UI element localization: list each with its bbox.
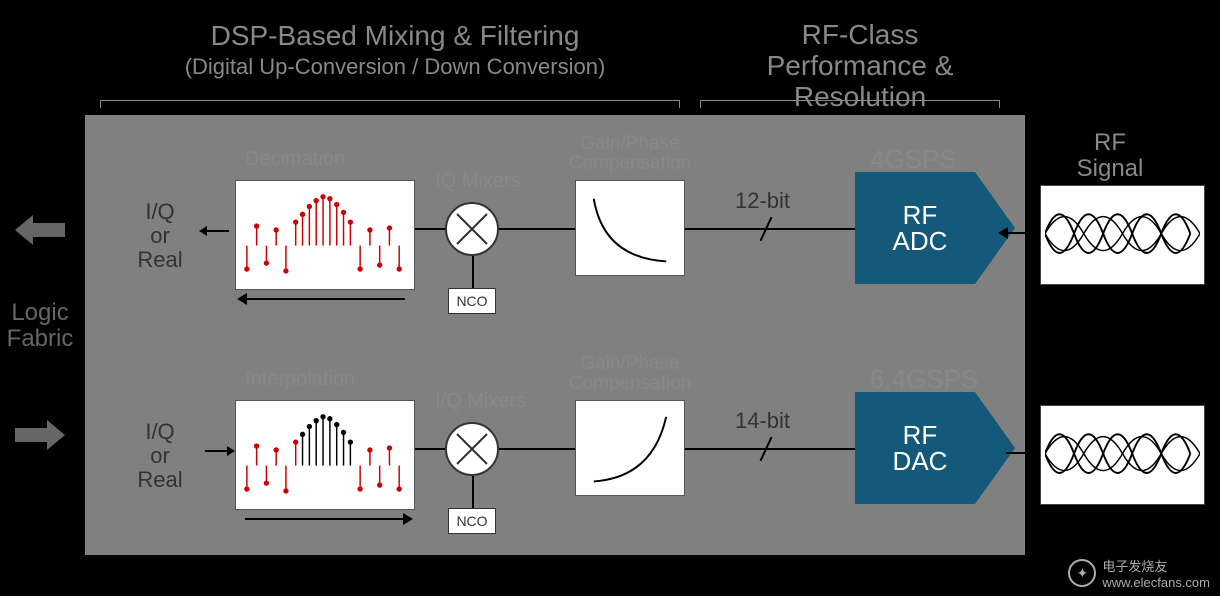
comp-label-bottom: Gain/Phase Compensation: [565, 354, 695, 394]
rf-title-l2: Performance &: [720, 51, 1000, 82]
iq-l3: Real: [120, 248, 200, 272]
mixer-icon: [445, 422, 499, 476]
nco-bottom: NCO: [448, 508, 496, 534]
decim-arrow-icon: [245, 298, 405, 300]
gsps-bottom: 6.4GSPS: [870, 364, 978, 395]
logic-l2: Fabric: [0, 326, 80, 352]
nco-top: NCO: [448, 288, 496, 314]
rf-signal-label: RF Signal: [1030, 130, 1190, 183]
compensation-curve-icon: [575, 180, 685, 276]
rf-header: RF-Class Performance & Resolution: [720, 20, 1000, 112]
iq-label-top: I/Q or Real: [120, 200, 200, 273]
rf-waveform-out-icon: [1040, 405, 1205, 505]
iq2-l1: I/Q: [120, 420, 200, 444]
rf-signal-l1: RF: [1030, 130, 1190, 156]
wire: [415, 448, 445, 450]
iq-l1: I/Q: [120, 200, 200, 224]
rf-out-arrow-icon: [1006, 452, 1038, 454]
adc-block: RF ADC: [855, 172, 1015, 284]
interp-label: Interpolation: [245, 368, 355, 391]
rf-in-arrow-icon: [1006, 232, 1038, 234]
wire: [499, 448, 575, 450]
arrow-in-icon: [205, 450, 229, 452]
mixer-label-top: IQ Mixers: [435, 170, 521, 193]
bit-label-top: 12-bit: [735, 188, 790, 214]
dsp-header: DSP-Based Mixing & Filtering (Digital Up…: [120, 20, 670, 80]
logic-fabric-label: Logic Fabric: [0, 300, 80, 353]
rf-title-l1: RF-Class: [720, 20, 1000, 51]
iq2-l3: Real: [120, 468, 200, 492]
mixer-icon: [445, 202, 499, 256]
dsp-block: I/Q or Real Decimation: [85, 115, 1025, 555]
comp2-l1: Gain/Phase: [580, 353, 679, 374]
rf2-l1: RF: [903, 422, 938, 448]
rf-waveform-in-icon: [1040, 185, 1205, 285]
arrow-to-fabric-icon: [15, 215, 65, 245]
rx-lane: I/Q or Real Decimation: [85, 140, 1025, 320]
arrow-out-icon: [205, 230, 229, 232]
nco-wire: [472, 256, 474, 288]
arrow-from-fabric-icon: [15, 420, 65, 450]
comp-l1: Gain/Phase: [580, 133, 679, 154]
logic-l1: Logic: [0, 300, 80, 326]
iq-label-bottom: I/Q or Real: [120, 420, 200, 493]
rf2-l2: DAC: [893, 448, 948, 474]
iq2-l2: or: [120, 444, 200, 468]
rf-signal-l2: Signal: [1030, 156, 1190, 182]
comp2-l2: Compensation: [569, 373, 692, 394]
dsp-subtitle: (Digital Up-Conversion / Down Conversion…: [120, 54, 670, 80]
wire: [685, 448, 855, 450]
nco-wire: [472, 476, 474, 508]
bit-label-bottom: 14-bit: [735, 408, 790, 434]
tx-lane: I/Q or Real Interpolation: [85, 360, 1025, 540]
dac-block: RF DAC: [855, 392, 1015, 504]
rf-l1: RF: [903, 202, 938, 228]
wire: [499, 228, 575, 230]
rf-l2: ADC: [893, 228, 948, 254]
iq-l2: or: [120, 224, 200, 248]
wire: [685, 228, 855, 230]
decimation-spectrum-icon: [235, 180, 415, 290]
interpolation-spectrum-icon: [235, 400, 415, 510]
comp-l2: Compensation: [569, 153, 692, 174]
watermark: ✦ 电子发烧友 www.elecfans.com: [1068, 556, 1210, 590]
wire: [415, 228, 445, 230]
bracket-rf: [700, 100, 1000, 108]
comp-label-top: Gain/Phase Compensation: [565, 134, 695, 174]
interp-arrow-icon: [245, 518, 405, 520]
watermark-logo-icon: ✦: [1068, 559, 1096, 587]
decim-label-top: Decimation: [245, 148, 345, 171]
watermark-url: www.elecfans.com: [1102, 575, 1210, 590]
dsp-title: DSP-Based Mixing & Filtering: [120, 20, 670, 52]
gsps-top: 4GSPS: [870, 144, 957, 175]
watermark-cn: 电子发烧友: [1102, 556, 1210, 575]
bracket-dsp: [100, 100, 680, 108]
compensation-curve-icon: [575, 400, 685, 496]
mixer-label-bottom: I/Q Mixers: [435, 390, 526, 413]
